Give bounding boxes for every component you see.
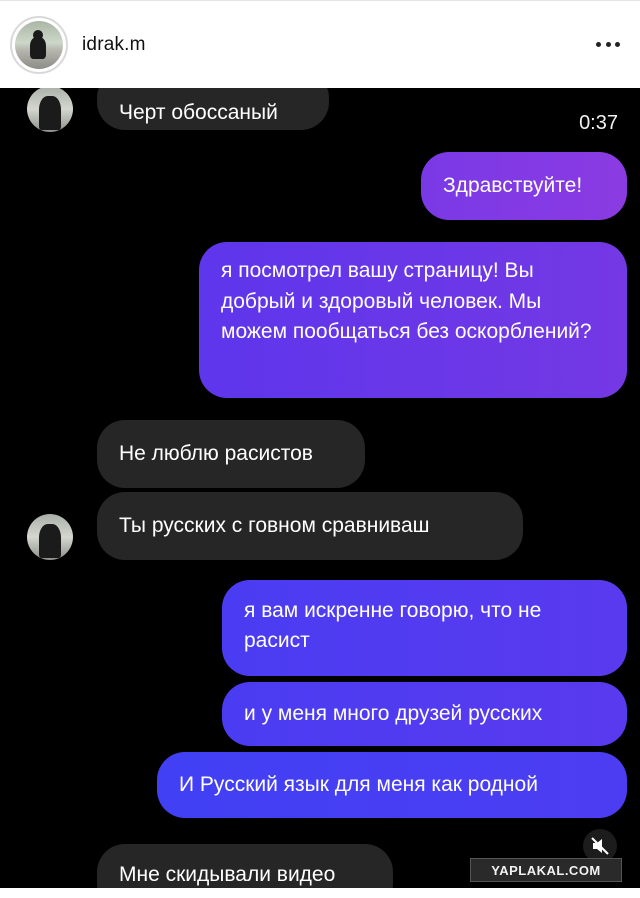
message-sent: и у меня много друзей русских [222,682,627,746]
post-header: idrak.m [0,0,640,89]
message-text: Черт обоссаный [119,101,278,124]
message-text: я вам искренне говорю, что не расист [244,599,542,652]
sender-avatar [27,514,73,560]
message-text: и у меня много друзей русских [244,702,543,725]
more-horizontal-icon[interactable] [596,37,620,51]
footer-strip [0,888,640,898]
profile-avatar[interactable] [10,16,68,74]
message-sent: я вам искренне говорю, что не расист [222,580,627,676]
message-sent: И Русский язык для меня как родной [157,752,627,818]
message-received: Ты русских с говном сравниваш [97,492,523,560]
avatar-photo [15,21,63,69]
message-text: я посмотрел вашу страницу! Вы добрый и з… [221,259,592,343]
message-text: Ты русских с говном сравниваш [119,514,430,537]
message-text: Мне скидывали видео [119,863,336,886]
watermark: YAPLAKAL.COM [470,858,622,882]
message-received: Мне скидывали видео [97,844,393,888]
message-text: Здравствуйте! [443,174,583,197]
chat-screenshot: Черт обоссаный 0:37 Здравствуйте! я посм… [0,88,640,888]
timestamp: 0:37 [579,112,618,134]
message-text: И Русский язык для меня как родной [179,773,538,796]
username[interactable]: idrak.m [82,34,146,56]
message-sent: Здравствуйте! [421,152,627,220]
message-received: Не люблю расистов [97,420,365,488]
sender-avatar [27,88,73,132]
message-received: Черт обоссаный [97,88,329,130]
message-sent: я посмотрел вашу страницу! Вы добрый и з… [199,242,627,398]
message-text: Не люблю расистов [119,442,313,465]
